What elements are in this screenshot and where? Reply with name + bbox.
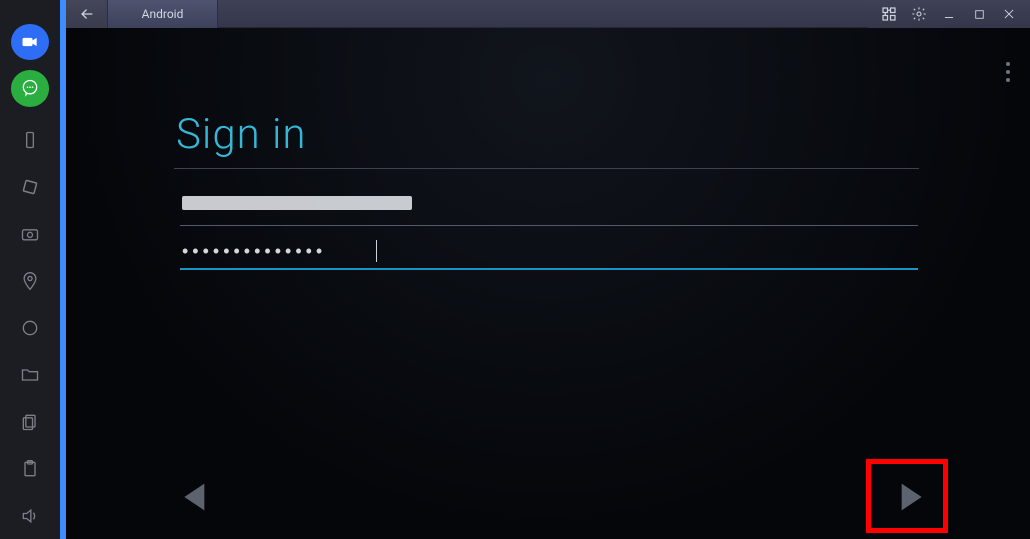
android-screen: Sign in: [66, 28, 1030, 539]
nav-back-button[interactable]: [176, 477, 216, 521]
location-icon[interactable]: [18, 269, 42, 292]
page-title: Sign in: [176, 110, 307, 159]
password-field[interactable]: [180, 238, 918, 270]
copy-icon[interactable]: [18, 410, 42, 433]
maximize-button[interactable]: [964, 0, 994, 28]
overflow-menu-icon[interactable]: [1006, 62, 1010, 82]
window-controls: [868, 0, 1030, 28]
camera-icon[interactable]: [18, 223, 42, 246]
folder-icon[interactable]: [18, 363, 42, 386]
apk-icon[interactable]: [18, 316, 42, 339]
app-sidebar: [0, 0, 60, 539]
chat-icon[interactable]: [11, 70, 49, 106]
minimize-button[interactable]: [934, 0, 964, 28]
gear-icon[interactable]: [904, 0, 934, 28]
phone-icon[interactable]: [18, 129, 42, 152]
volume-icon[interactable]: [18, 504, 42, 527]
email-redaction: [182, 196, 412, 210]
sidebar-accent: [60, 0, 66, 539]
keymap-icon[interactable]: [874, 0, 904, 28]
tab-android[interactable]: Android: [108, 0, 218, 28]
nav-next-button[interactable]: [890, 477, 930, 521]
title-underline: [174, 168, 919, 169]
tab-label: Android: [142, 7, 184, 21]
video-camera-icon[interactable]: [11, 24, 49, 60]
titlebar: Android: [66, 0, 1030, 28]
text-cursor: [376, 240, 377, 262]
paste-icon[interactable]: [18, 457, 42, 480]
rotate-icon[interactable]: [18, 176, 42, 199]
titlebar-back-button[interactable]: [66, 0, 108, 28]
close-button[interactable]: [994, 0, 1024, 28]
